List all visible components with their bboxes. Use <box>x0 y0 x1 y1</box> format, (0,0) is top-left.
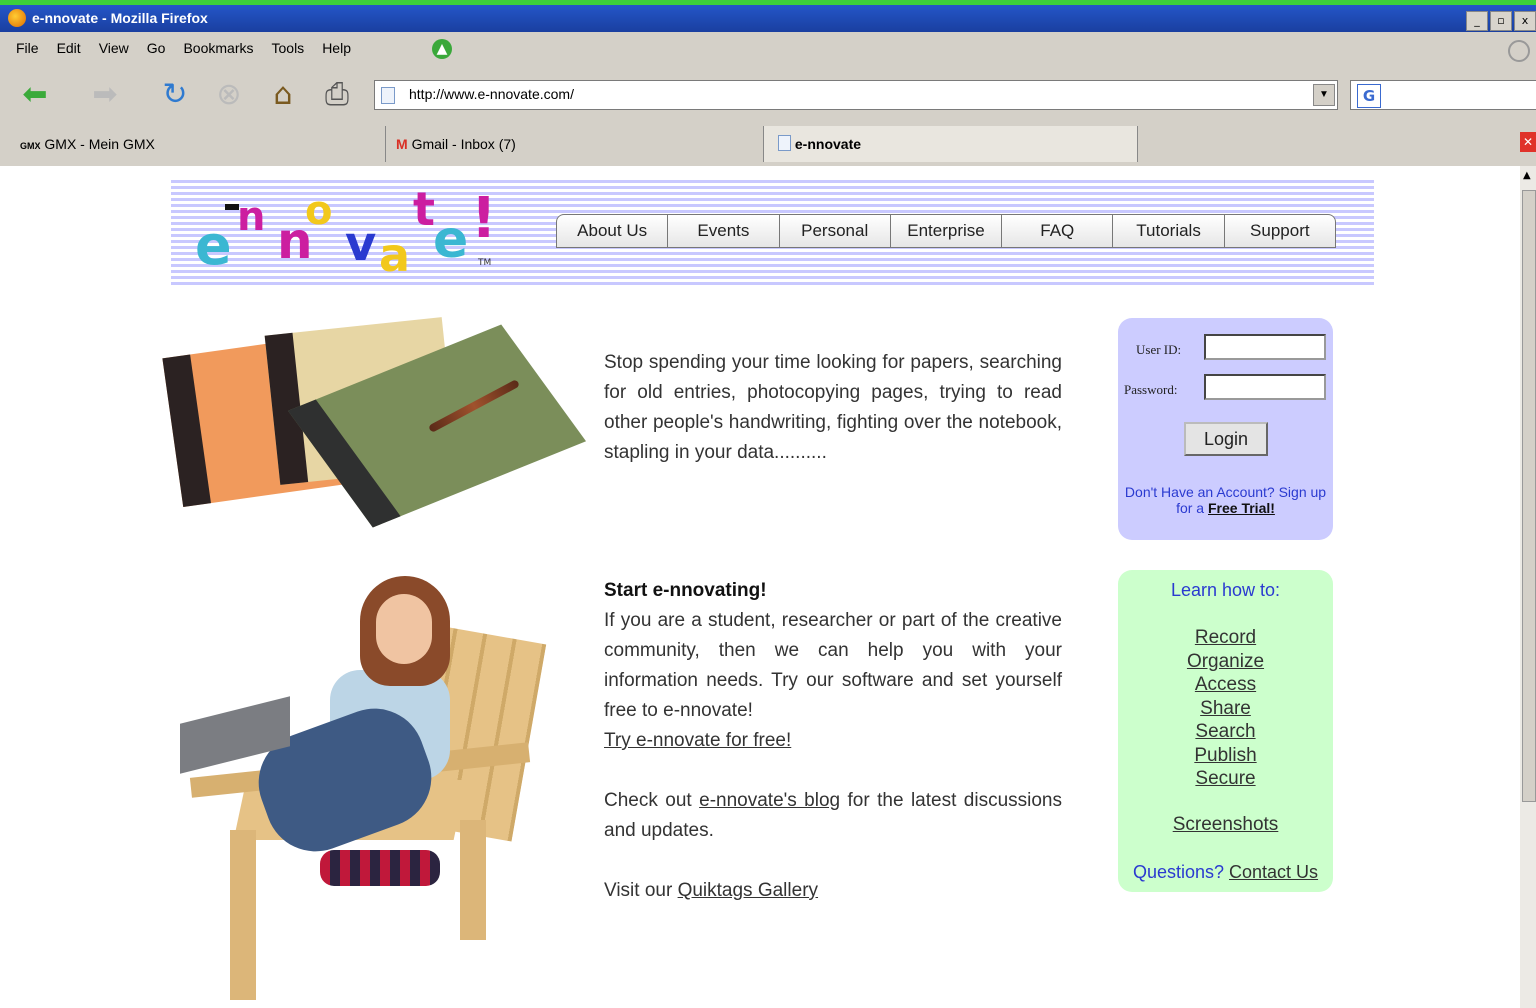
reload-icon[interactable]: ↻ <box>156 78 194 112</box>
learn-link-record[interactable]: Record <box>1118 626 1333 650</box>
menu-go[interactable]: Go <box>141 37 172 63</box>
user-id-field[interactable] <box>1204 334 1326 360</box>
address-bar[interactable]: http://www.e-nnovate.com/ ▼ <box>374 80 1338 110</box>
woman-laptop-image <box>170 570 550 1008</box>
start-section: Start e-nnovating! If you are a student,… <box>604 576 1062 906</box>
start-body: If you are a student, researcher or part… <box>604 610 1062 721</box>
logo-letter: e <box>433 210 469 270</box>
page-icon <box>381 87 395 104</box>
search-bar[interactable]: G <box>1350 80 1536 110</box>
learn-link-publish[interactable]: Publish <box>1118 744 1333 768</box>
blog-line: Check out e-nnovate's blog for the lates… <box>604 786 1062 846</box>
logo-letter: o <box>305 188 333 234</box>
login-button[interactable]: Login <box>1184 422 1268 456</box>
user-id-label: User ID: <box>1136 342 1182 357</box>
learn-link-search[interactable]: Search <box>1118 720 1333 744</box>
logo-letter: ! <box>471 186 497 251</box>
logo-letter: n <box>237 194 266 240</box>
trademark-mark: TM <box>478 258 492 268</box>
gmail-icon: M <box>396 136 408 152</box>
nav-tutorials[interactable]: Tutorials <box>1112 215 1223 247</box>
search-engine-icon[interactable]: G <box>1357 84 1381 108</box>
logo-letter: a <box>379 228 411 282</box>
tab-gmail[interactable]: M Gmail - Inbox (7) <box>386 126 764 162</box>
close-tab-icon[interactable]: ✕ <box>1520 132 1536 152</box>
screenshots-link[interactable]: Screenshots <box>1118 814 1333 836</box>
nav-support[interactable]: Support <box>1223 215 1335 247</box>
menu-help[interactable]: Help <box>316 37 357 63</box>
nav-enterprise[interactable]: Enterprise <box>889 215 1001 247</box>
forward-icon[interactable]: ➡ <box>86 78 124 112</box>
home-icon[interactable]: ⌂ <box>264 78 302 112</box>
free-trial-link[interactable]: Free Trial! <box>1208 500 1275 516</box>
gmx-icon: GMX <box>20 141 41 151</box>
scrollbar-thumb[interactable] <box>1522 190 1536 802</box>
menu-bookmarks[interactable]: Bookmarks <box>177 37 259 63</box>
questions-label: Questions? <box>1132 862 1224 882</box>
page-icon <box>778 135 791 151</box>
nav-events[interactable]: Events <box>667 215 778 247</box>
menu-view[interactable]: View <box>93 37 135 63</box>
start-heading: Start e-nnovating! <box>604 580 767 601</box>
learn-links: Record Organize Access Share Search Publ… <box>1118 626 1333 791</box>
nav-faq[interactable]: FAQ <box>1001 215 1112 247</box>
notebooks-image <box>162 316 587 528</box>
learn-link-secure[interactable]: Secure <box>1118 767 1333 791</box>
scroll-up-icon[interactable]: ▲ <box>1523 170 1531 181</box>
url-dropdown-icon[interactable]: ▼ <box>1313 84 1335 106</box>
contact-us-link[interactable]: Contact Us <box>1229 862 1318 882</box>
tab-label: Gmail - Inbox (7) <box>411 136 516 152</box>
tab-strip: GMX GMX - Mein GMX M Gmail - Inbox (7) e… <box>0 124 1536 164</box>
maximize-button[interactable]: ▫ <box>1490 11 1512 31</box>
menu-bar: File Edit View Go Bookmarks Tools Help <box>10 37 357 63</box>
stop-icon[interactable]: ⊗ <box>210 78 248 112</box>
learn-panel: Learn how to: Record Organize Access Sha… <box>1118 570 1333 892</box>
firefox-icon <box>8 9 26 27</box>
signup-note: Don't Have an Account? Sign up for a Fre… <box>1118 484 1333 516</box>
tab-label: GMX - Mein GMX <box>44 136 155 152</box>
close-button[interactable]: x <box>1514 11 1536 31</box>
logo-letter: e <box>195 214 232 277</box>
minimize-button[interactable]: _ <box>1466 11 1488 31</box>
gallery-link[interactable]: Quiktags Gallery <box>678 880 818 901</box>
menu-edit[interactable]: Edit <box>51 37 87 63</box>
password-field[interactable] <box>1204 374 1326 400</box>
gallery-prefix: Visit our <box>604 880 673 901</box>
learn-link-organize[interactable]: Organize <box>1118 650 1333 674</box>
logo-letter: v <box>345 216 377 272</box>
tab-e-nnovate[interactable]: e-nnovate <box>764 126 1138 162</box>
site-logo[interactable]: e n n o v a t e ! <box>195 182 505 282</box>
window-title: e-nnovate - Mozilla Firefox <box>32 10 208 26</box>
login-panel: User ID: Password: Login Don't Have an A… <box>1118 318 1333 540</box>
tab-gmx[interactable]: GMX GMX - Mein GMX <box>10 126 386 162</box>
password-label: Password: <box>1124 382 1178 397</box>
tab-label: e-nnovate <box>794 136 862 152</box>
site-nav: About Us Events Personal Enterprise FAQ … <box>556 214 1336 248</box>
throbber-icon <box>1508 40 1530 62</box>
intro-text: Stop spending your time looking for pape… <box>604 352 1062 463</box>
learn-heading: Learn how to: <box>1170 580 1281 600</box>
menu-tools[interactable]: Tools <box>266 37 311 63</box>
try-free-link[interactable]: Try e-nnovate for free! <box>604 730 791 751</box>
blog-prefix: Check out <box>604 790 692 811</box>
gallery-line: Visit our Quiktags Gallery <box>604 876 1062 906</box>
back-icon[interactable]: ⬅ <box>16 78 54 112</box>
nav-personal[interactable]: Personal <box>778 215 890 247</box>
print-icon[interactable]: ⎙ <box>318 78 356 112</box>
menu-file[interactable]: File <box>10 37 45 63</box>
questions-line: Questions? Contact Us <box>1118 862 1333 883</box>
learn-link-access[interactable]: Access <box>1118 673 1333 697</box>
blog-link[interactable]: e-nnovate's blog <box>699 790 840 811</box>
logo-letter: t <box>413 182 435 236</box>
nav-about-us[interactable]: About Us <box>557 215 667 247</box>
url-text: http://www.e-nnovate.com/ <box>409 86 574 102</box>
window-titlebar: e-nnovate - Mozilla Firefox _ ▫ x <box>0 5 1536 32</box>
update-icon[interactable]: ▲ <box>432 39 452 59</box>
vertical-scrollbar[interactable]: ▲ <box>1520 166 1536 1008</box>
learn-link-share[interactable]: Share <box>1118 697 1333 721</box>
